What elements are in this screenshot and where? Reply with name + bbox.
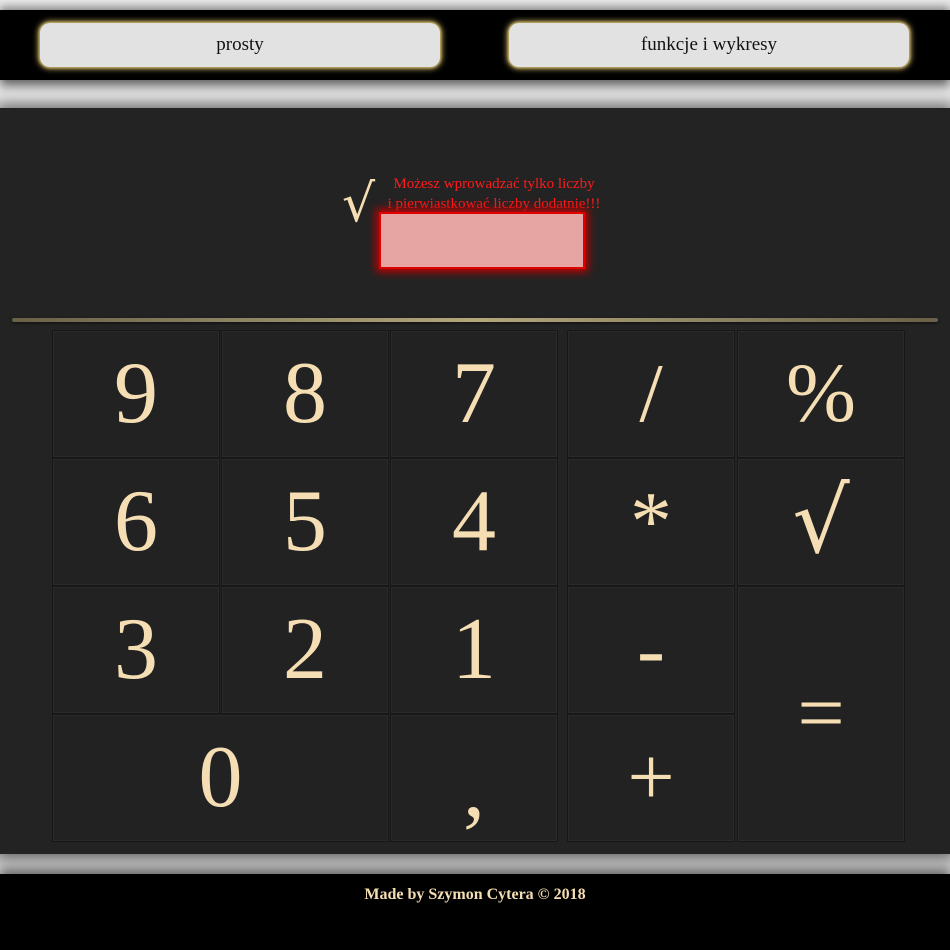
key-3-label: 3 [114, 601, 158, 698]
error-message-line-1: Możesz wprowadzać tylko liczby [393, 176, 595, 192]
key-7[interactable]: 7 [390, 330, 558, 458]
footer: Made by Szymon Cytera © 2018 [0, 874, 950, 950]
divider [12, 318, 938, 322]
key-4[interactable]: 4 [390, 458, 558, 586]
key-2-label: 2 [283, 601, 327, 698]
key-minus[interactable]: - [567, 586, 735, 714]
tab-functions-and-graphs[interactable]: funkcje i wykresy [509, 23, 909, 67]
key-plus[interactable]: + [567, 714, 735, 842]
key-4-label: 4 [452, 473, 496, 570]
key-5-label: 5 [283, 473, 327, 570]
key-equals[interactable]: = [737, 586, 905, 842]
tab-simple[interactable]: prosty [40, 23, 440, 67]
key-minus-label: - [637, 603, 665, 696]
key-8[interactable]: 8 [221, 330, 389, 458]
key-7-label: 7 [452, 345, 496, 442]
key-9-label: 9 [114, 345, 158, 442]
sqrt-symbol-icon: √ [342, 174, 376, 234]
key-comma[interactable]: , [390, 714, 558, 842]
key-1[interactable]: 1 [390, 586, 558, 714]
number-input[interactable] [379, 212, 585, 269]
key-2[interactable]: 2 [221, 586, 389, 714]
key-sqrt-label: √ [792, 469, 850, 574]
display-area: √ Możesz wprowadzać tylko liczby i pierw… [0, 108, 950, 318]
key-equals-label: = [797, 667, 845, 760]
key-multiply-label: * [630, 475, 672, 568]
key-3[interactable]: 3 [52, 586, 220, 714]
error-message: Możesz wprowadzać tylko liczby i pierwia… [378, 174, 610, 214]
key-plus-label: + [627, 731, 675, 824]
key-percent[interactable]: % [737, 330, 905, 458]
key-multiply[interactable]: * [567, 458, 735, 586]
key-6[interactable]: 6 [52, 458, 220, 586]
footer-credit: Made by Szymon Cytera © 2018 [364, 886, 586, 903]
key-0-label: 0 [198, 729, 243, 826]
top-navigation-bar: prosty funkcje i wykresy [0, 10, 950, 80]
key-9[interactable]: 9 [52, 330, 220, 458]
key-0[interactable]: 0 [52, 714, 389, 842]
key-divide[interactable]: / [567, 330, 735, 458]
key-comma-label: , [463, 739, 485, 836]
key-8-label: 8 [283, 345, 327, 442]
key-divide-label: / [639, 347, 663, 440]
error-message-line-2: i pierwiastkować liczby dodatnie!!! [387, 196, 601, 212]
key-5[interactable]: 5 [221, 458, 389, 586]
key-6-label: 6 [114, 473, 158, 570]
key-1-label: 1 [452, 601, 496, 698]
key-percent-label: % [786, 347, 856, 440]
calculator-panel: √ Możesz wprowadzać tylko liczby i pierw… [0, 108, 950, 854]
key-sqrt[interactable]: √ [737, 458, 905, 586]
